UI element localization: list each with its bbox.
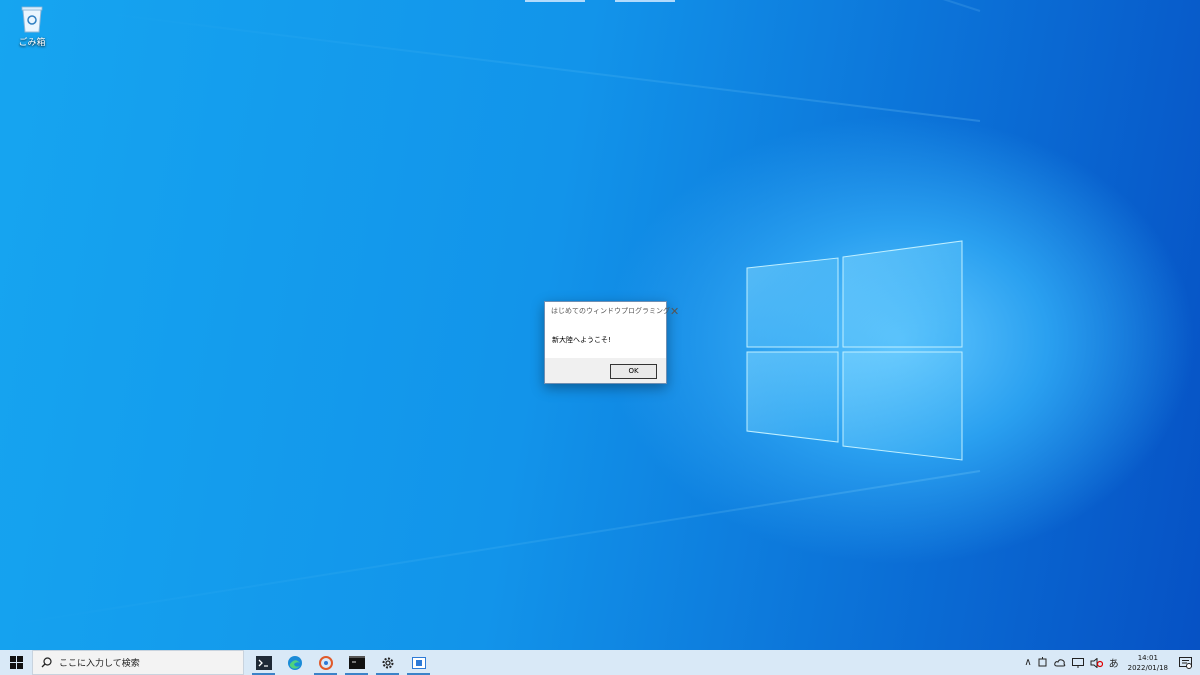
dialog-titlebar[interactable]: はじめてのウィンドウプログラミング ✕ xyxy=(545,302,679,320)
notification-center-button[interactable] xyxy=(1174,656,1196,669)
taskbar-app-settings[interactable] xyxy=(372,650,403,675)
console-icon xyxy=(348,656,365,669)
clock-time: 14:01 xyxy=(1137,653,1158,662)
dialog-message: 新大陸へようこそ! xyxy=(552,336,611,344)
recycle-bin-shortcut[interactable]: ごみ箱 xyxy=(14,4,50,48)
edge-icon xyxy=(287,655,302,670)
recycle-bin-icon xyxy=(19,4,45,34)
taskbar-app-edge[interactable] xyxy=(279,650,310,675)
dialog-footer: OK xyxy=(545,358,666,383)
taskbar: ここに入力して検索 ∧ あ 14:01 2022/01/18 xyxy=(0,650,1200,675)
terminal-icon xyxy=(255,655,272,670)
recycle-bin-label: ごみ箱 xyxy=(18,38,46,48)
notification-icon xyxy=(1178,656,1192,669)
desktop: ごみ箱 はじめてのウィンドウプログラミング ✕ 新大陸へようこそ! OK xyxy=(0,0,1200,650)
clock-date: 2022/01/18 xyxy=(1127,663,1168,672)
tray-chevron-up-icon[interactable]: ∧ xyxy=(1024,657,1031,668)
taskbar-apps xyxy=(248,650,434,675)
volume-muted-icon[interactable] xyxy=(1090,657,1103,668)
taskbar-app-terminal[interactable] xyxy=(248,650,279,675)
onedrive-cloud-icon[interactable] xyxy=(1053,658,1066,667)
message-box-dialog: はじめてのウィンドウプログラミング ✕ 新大陸へようこそ! OK xyxy=(544,301,679,384)
taskbar-search-box[interactable]: ここに入力して検索 xyxy=(32,650,244,675)
taskbar-app-paint[interactable] xyxy=(310,650,341,675)
search-placeholder: ここに入力して検索 xyxy=(59,659,140,669)
system-tray: ∧ あ 14:01 2022/01/18 xyxy=(1021,650,1200,675)
settings-icon xyxy=(382,657,393,668)
start-button[interactable] xyxy=(0,650,32,675)
taskbar-app-window[interactable] xyxy=(403,650,434,675)
taskbar-app-console[interactable] xyxy=(341,650,372,675)
tray-meet-icon[interactable] xyxy=(1038,657,1048,668)
windows-start-icon xyxy=(9,656,23,669)
app-window-icon xyxy=(411,656,426,669)
ime-mode-indicator[interactable]: あ xyxy=(1109,655,1119,670)
dialog-title: はじめてのウィンドウプログラミング xyxy=(551,307,670,315)
ok-button[interactable]: OK xyxy=(610,364,657,379)
network-icon[interactable] xyxy=(1071,657,1084,668)
paint-icon xyxy=(318,655,333,670)
search-icon xyxy=(41,657,52,668)
close-icon[interactable]: ✕ xyxy=(670,306,679,317)
taskbar-clock[interactable]: 14:01 2022/01/18 xyxy=(1128,653,1168,673)
